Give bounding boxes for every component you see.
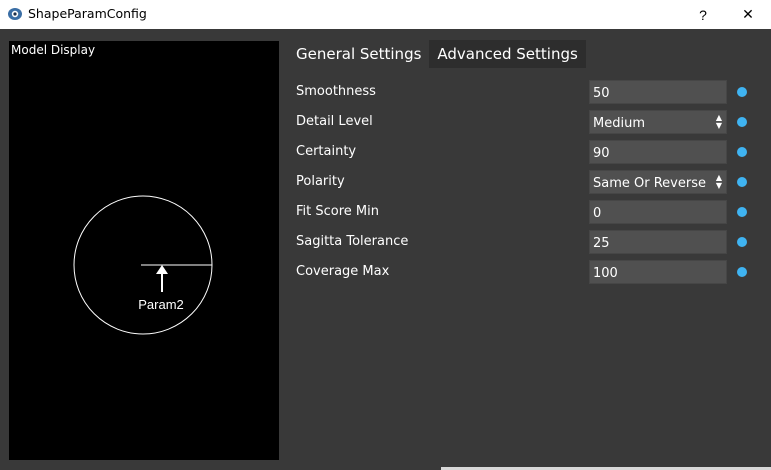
polarity-label: Polarity [296,174,345,189]
app-eye-icon [8,8,22,20]
fit-score-min-label: Fit Score Min [296,204,379,219]
param-row-fit-score-min: Fit Score Min 0 [296,200,756,224]
param-row-sagitta-tolerance: Sagitta Tolerance 25 [296,230,756,254]
settings-tabs: General Settings Advanced Settings [288,40,586,68]
window-title: ShapeParamConfig [28,6,147,21]
coverage-max-input[interactable]: 100 [589,260,727,284]
certainty-label: Certainty [296,144,357,159]
sagitta-tolerance-indicator-icon[interactable] [737,237,747,247]
close-button[interactable]: ✕ [725,0,771,29]
tab-advanced-settings[interactable]: Advanced Settings [429,40,586,68]
fit-score-min-indicator-icon[interactable] [737,207,747,217]
param-row-certainty: Certainty 90 [296,140,756,164]
smoothness-label: Smoothness [296,84,376,99]
sagitta-tolerance-input[interactable]: 25 [589,230,727,254]
certainty-indicator-icon[interactable] [737,147,747,157]
sagitta-tolerance-label: Sagitta Tolerance [296,234,409,249]
shape-preview: Param2 [73,195,213,335]
updown-arrows-icon: ▲ ▼ [715,173,722,190]
param-row-coverage-max: Coverage Max 100 [296,260,756,284]
detail-level-label: Detail Level [296,114,373,129]
detail-level-select[interactable]: Medium ▲ ▼ [589,110,727,134]
coverage-max-indicator-icon[interactable] [737,267,747,277]
title-bar: ShapeParamConfig ? ✕ [0,0,771,29]
model-display-panel: Model Display Param2 [9,41,279,460]
polarity-indicator-icon[interactable] [737,177,747,187]
coverage-max-label: Coverage Max [296,264,390,279]
detail-level-value: Medium [593,116,645,131]
help-button[interactable]: ? [680,0,726,29]
main-window: ShapeParamConfig ? ✕ Model Display Param… [0,0,771,470]
param-row-smoothness: Smoothness 50 [296,80,756,104]
detail-level-indicator-icon[interactable] [737,117,747,127]
polarity-value: Same Or Reverse [593,176,706,191]
param-arrow-head [156,265,168,274]
param-row-detail-level: Detail Level Medium ▲ ▼ [296,110,756,134]
fit-score-min-input[interactable]: 0 [589,200,727,224]
updown-arrows-icon: ▲ ▼ [715,113,722,130]
polarity-select[interactable]: Same Or Reverse ▲ ▼ [589,170,727,194]
smoothness-indicator-icon[interactable] [737,87,747,97]
param-label: Param2 [138,297,184,312]
certainty-input[interactable]: 90 [589,140,727,164]
param-row-polarity: Polarity Same Or Reverse ▲ ▼ [296,170,756,194]
tab-general-settings[interactable]: General Settings [288,40,430,68]
smoothness-input[interactable]: 50 [589,80,727,104]
